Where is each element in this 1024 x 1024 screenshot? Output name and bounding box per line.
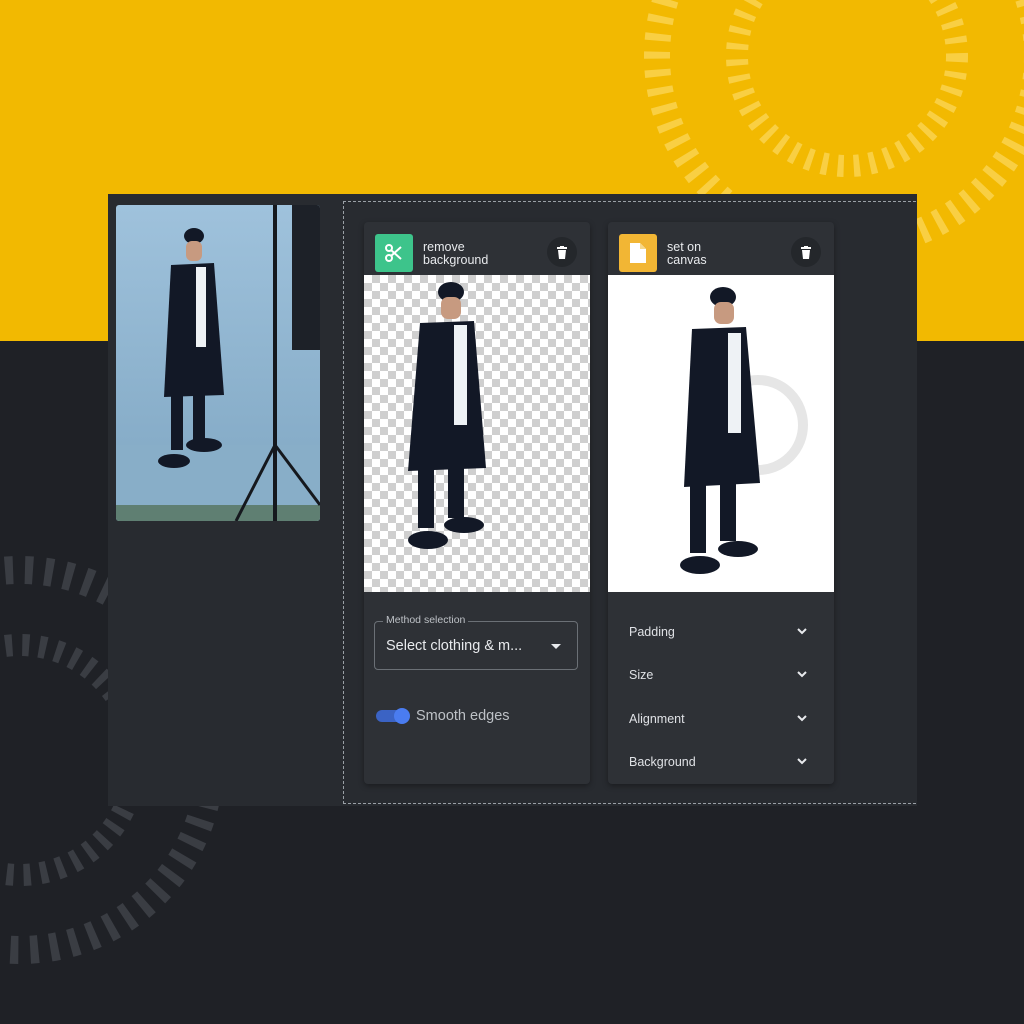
trash-icon: [801, 245, 811, 259]
accordion-label: Alignment: [629, 712, 685, 726]
accordion-label: Size: [629, 668, 654, 682]
accordion-alignment[interactable]: Alignment: [608, 699, 834, 739]
card-title-line2: background: [423, 253, 489, 267]
smooth-edges-label: Smooth edges: [416, 708, 510, 724]
cutout-preview: [364, 275, 590, 592]
chevron-down-icon: [797, 715, 807, 722]
method-selection-dropdown[interactable]: Method selection Select clothing & m...: [374, 614, 578, 670]
accordion-label: Background: [629, 755, 696, 769]
card-title-line2: canvas: [667, 253, 707, 267]
source-photo[interactable]: [116, 205, 320, 521]
delete-step-button[interactable]: [791, 237, 821, 267]
card-title: remove background: [423, 241, 533, 267]
method-selection-label: Method selection: [383, 614, 469, 626]
accordion-label: Padding: [629, 625, 675, 639]
toggle-knob: [394, 708, 410, 724]
canvas-subject: [680, 287, 808, 574]
accordion-padding[interactable]: Padding: [608, 612, 834, 652]
accordion-background[interactable]: Background: [608, 742, 834, 782]
document-icon: [619, 234, 657, 272]
card-title: set on canvas: [667, 241, 777, 267]
trash-icon: [557, 245, 567, 259]
cutout-subject: [408, 282, 486, 549]
method-selection-value: Select clothing & m...: [386, 638, 523, 654]
scissors-icon: [375, 234, 413, 272]
accordion-size[interactable]: Size: [608, 655, 834, 695]
chevron-down-icon: [797, 671, 807, 678]
set-on-canvas-card: set on canvas Padding Size Alignment Bac…: [608, 222, 834, 784]
chevron-down-icon: [797, 758, 807, 765]
remove-background-card: remove background Method selection Selec…: [364, 222, 590, 784]
chevron-down-icon: [797, 628, 807, 635]
source-photo-image: [116, 205, 320, 521]
canvas-preview: [608, 275, 834, 592]
delete-step-button[interactable]: [547, 237, 577, 267]
smooth-edges-toggle[interactable]: [376, 708, 410, 724]
caret-down-icon: [551, 644, 561, 649]
